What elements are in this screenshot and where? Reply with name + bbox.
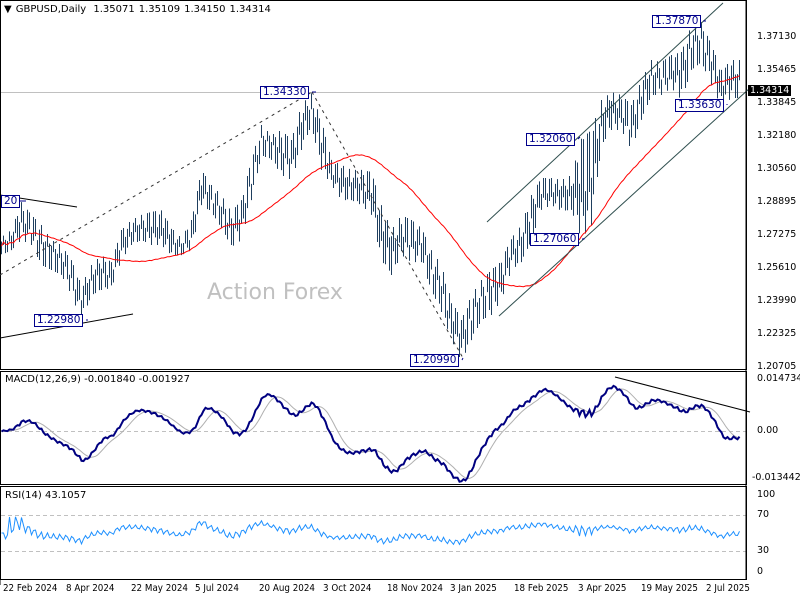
macd-panel-frame [0,371,747,485]
note-connector [582,238,585,240]
macd-label: MACD(12,26,9) -0.001840 -0.001927 [5,374,190,385]
channel-upper-line[interactable] [486,2,724,223]
rise-dotted-line[interactable] [0,91,313,276]
rsi-tick: 100 [757,489,776,500]
date-tick: 3 Oct 2024 [323,583,372,594]
price-note[interactable]: 1.27060 [530,233,580,246]
price-tick: 1.35465 [757,64,797,75]
price-tick: 1.37130 [757,31,797,42]
price-tick: 1.33845 [757,97,797,108]
rsi-tick: 70 [757,509,770,520]
rsi-label: RSI(14) 43.1057 [5,490,87,501]
macd-tick: -0.013442 [752,472,800,483]
price-note[interactable]: 20 [1,195,21,208]
price-tick: 1.23990 [757,295,797,306]
price-tick: 1.22325 [757,328,797,339]
date-tick: 3 Jan 2025 [450,583,497,594]
date-tick: 18 Feb 2025 [514,583,569,594]
date-tick: 5 Jul 2024 [195,583,239,594]
price-tick: 1.32180 [757,130,797,141]
rsi-tick: 30 [757,545,770,556]
moving-average-line [1,75,740,288]
price-tick: 1.30560 [757,163,797,174]
open-value: 1.35071 [93,4,135,15]
price-note[interactable]: 1.34330 [260,86,310,99]
axis-ticks [0,0,747,585]
macd-main-line [0,384,741,483]
close-value: 1.34314 [229,4,271,15]
date-tick: 18 Nov 2024 [387,583,443,594]
chart-canvas [0,0,751,585]
price-note[interactable]: 1.20990 [410,354,460,367]
macd-tick: 0.00 [757,425,779,436]
collapse-triangle-icon[interactable]: ▼ [4,4,12,15]
channel-lower-line[interactable] [498,87,751,317]
price-tick: 1.28895 [757,196,797,207]
high-value: 1.35109 [138,4,181,15]
date-tick: 2 Jul 2025 [706,583,750,594]
note-connector [461,357,464,361]
date-tick: 22 May 2024 [131,583,188,594]
low-value: 1.34150 [184,4,226,15]
macd-tick: 0.014734 [757,373,800,384]
price-bars [1,22,740,357]
price-tick: 1.20705 [757,361,797,372]
current-price-tag: 1.34314 [748,85,792,96]
price-note[interactable]: 1.32060 [526,133,576,146]
rsi-line [1,516,740,546]
rsi-tick: 0 [757,566,764,577]
price-note[interactable]: 1.22980 [34,314,84,327]
price-note[interactable]: 1.33630 [675,99,725,112]
symbol-label: GBPUSD,Daily [15,4,87,15]
watermark: Action Forex [207,280,343,305]
date-tick: 3 Apr 2025 [578,583,627,594]
price-tick: 1.27275 [757,229,797,240]
date-tick: 8 Apr 2024 [66,583,115,594]
date-tick: 20 Aug 2024 [259,583,315,594]
price-tick: 1.25610 [757,262,797,273]
chart-header: ▼ GBPUSD,Daily 1.35071 1.35109 1.34150 1.343… [4,4,275,15]
price-note[interactable]: 1.37870 [652,15,702,28]
date-tick: 22 Feb 2024 [3,583,58,594]
panel-frames [0,0,747,580]
date-tick: 19 May 2025 [641,583,698,594]
